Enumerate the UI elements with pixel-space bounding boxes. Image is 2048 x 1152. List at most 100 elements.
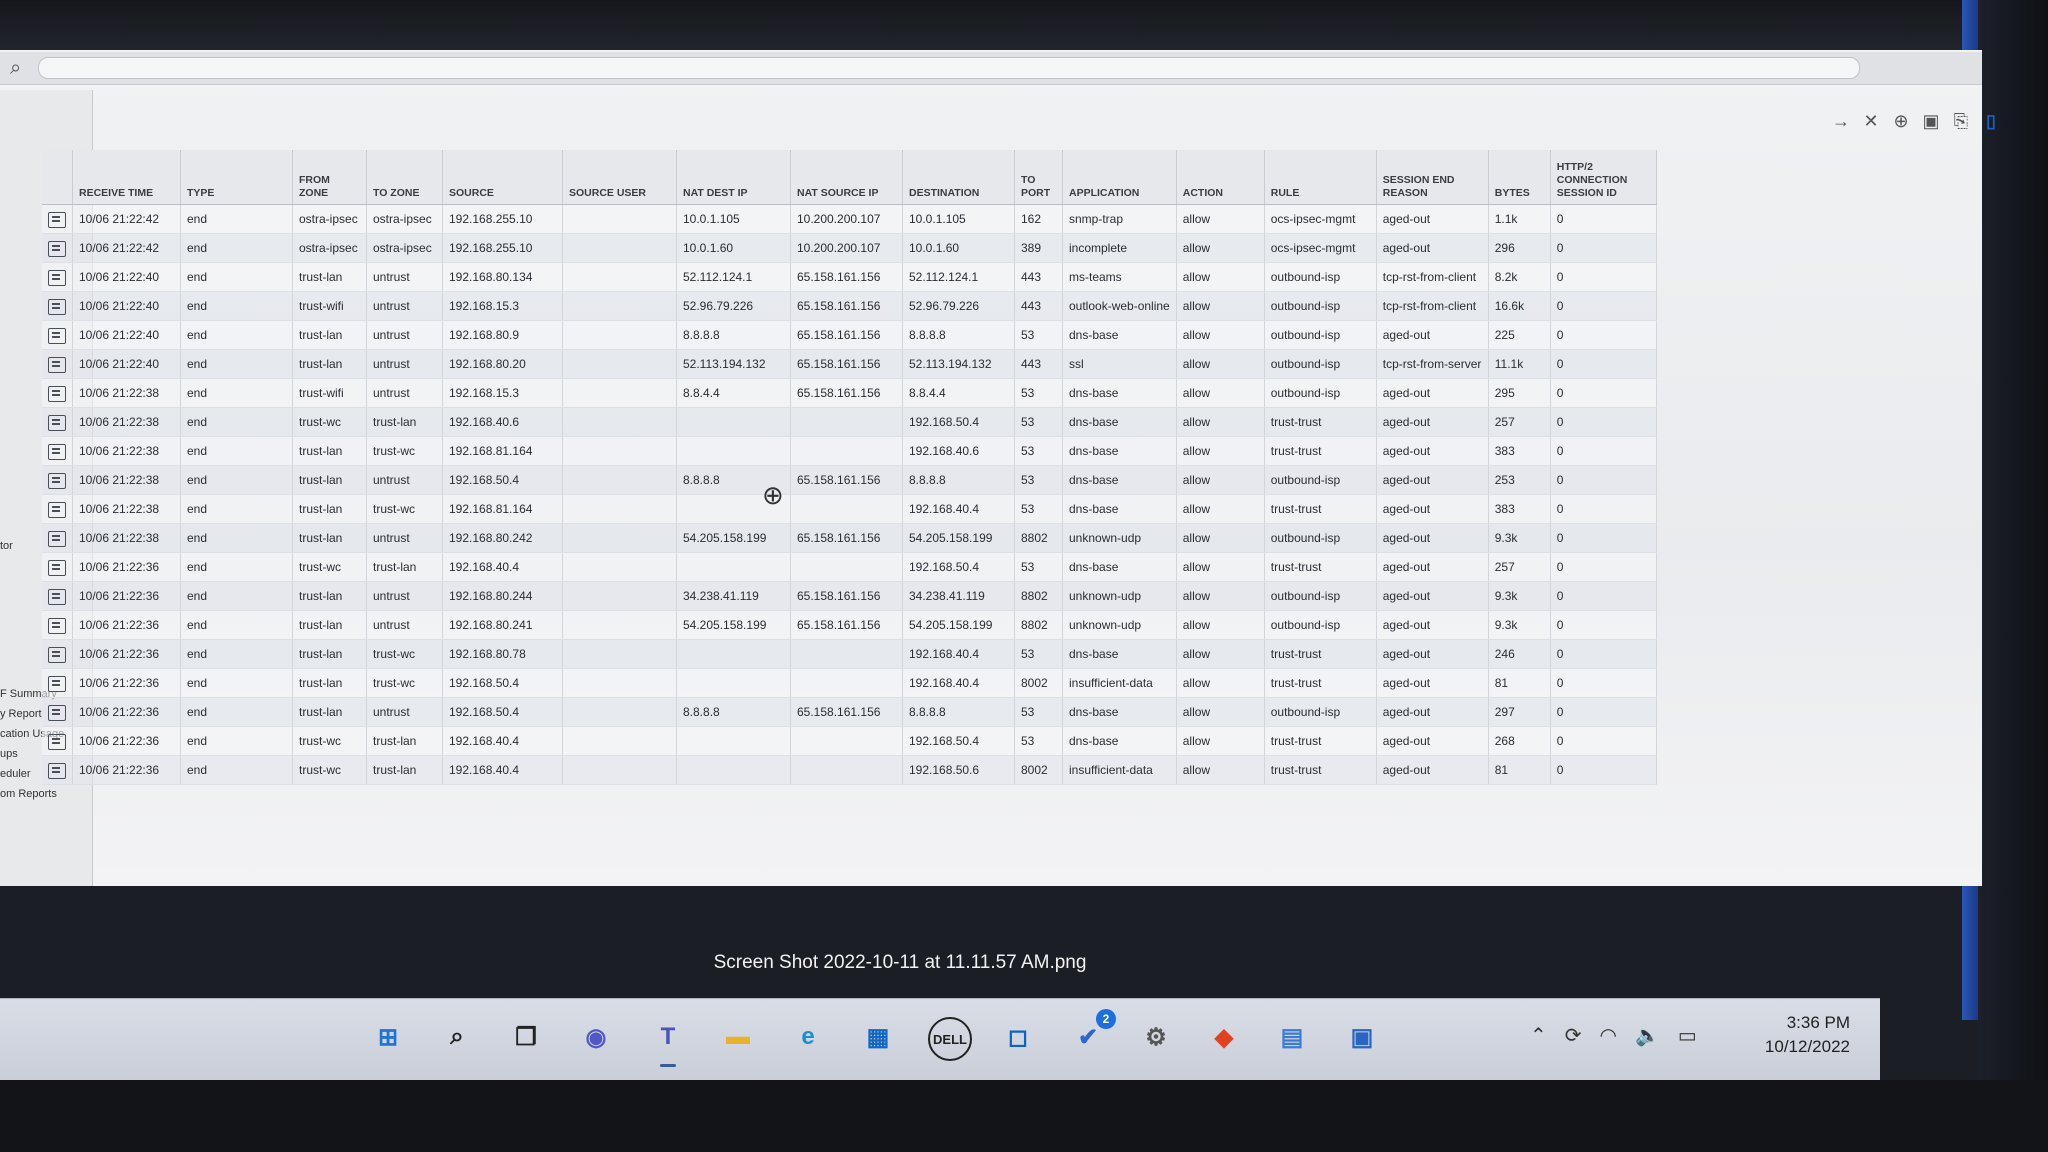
table-row[interactable]: 10/06 21:22:36 end trust-wc trust-lan 192.16…: [42, 552, 1657, 582]
sidebar-item[interactable]: om Reports: [0, 788, 90, 800]
pdf-icon[interactable]: ▯: [1980, 110, 2002, 132]
table-row[interactable]: 10/06 21:22:38 end trust-lan untrust 192.168…: [42, 465, 1657, 495]
column-header[interactable]: BYTES: [1488, 150, 1551, 205]
close-icon[interactable]: ✕: [1860, 110, 1882, 132]
table-row[interactable]: 10/06 21:22:36 end trust-lan trust-wc 192.16…: [42, 639, 1657, 669]
row-detail-cell[interactable]: [42, 291, 73, 321]
column-header[interactable]: TO ZONE: [366, 150, 443, 205]
column-header[interactable]: NAT SOURCE IP: [790, 150, 903, 205]
table-row[interactable]: 10/06 21:22:36 end trust-lan untrust 192.168…: [42, 581, 1657, 611]
table-row[interactable]: 10/06 21:22:42 end ostra-ipsec ostra-ipsec 1…: [42, 233, 1657, 263]
row-detail-cell[interactable]: [42, 581, 73, 611]
table-row[interactable]: 10/06 21:22:36 end trust-lan trust-wc 192.16…: [42, 668, 1657, 698]
table-row[interactable]: 10/06 21:22:40 end trust-lan untrust 192.168…: [42, 262, 1657, 292]
column-header[interactable]: DESTINATION: [902, 150, 1015, 205]
row-detail-cell[interactable]: [42, 697, 73, 727]
sync-icon[interactable]: ⟳: [1565, 1023, 1582, 1048]
column-header[interactable]: ACTION: [1176, 150, 1265, 205]
log-detail-icon[interactable]: [48, 298, 66, 315]
chevron-up-icon[interactable]: ⌃: [1530, 1023, 1547, 1048]
log-detail-icon[interactable]: [48, 501, 66, 518]
row-detail-cell[interactable]: [42, 204, 73, 234]
column-header[interactable]: RECEIVE TIME: [72, 150, 181, 205]
row-detail-cell[interactable]: [42, 755, 73, 785]
row-detail-cell[interactable]: [42, 407, 73, 437]
table-row[interactable]: 10/06 21:22:40 end trust-lan untrust 192.168…: [42, 349, 1657, 379]
log-detail-icon[interactable]: [48, 356, 66, 373]
volume-icon[interactable]: 🔈: [1635, 1023, 1660, 1048]
dell-icon[interactable]: DELL: [928, 1017, 972, 1061]
app-square-icon[interactable]: ◻: [998, 1017, 1038, 1057]
file-explorer-icon[interactable]: ▬: [718, 1017, 758, 1057]
log-detail-icon[interactable]: [48, 733, 66, 750]
table-row[interactable]: 10/06 21:22:36 end trust-lan untrust 192.168…: [42, 610, 1657, 640]
arrow-right-icon[interactable]: →: [1830, 110, 1852, 132]
battery-icon[interactable]: ▭: [1678, 1023, 1697, 1048]
log-detail-icon[interactable]: [48, 530, 66, 547]
store-icon[interactable]: ▦: [858, 1017, 898, 1057]
table-row[interactable]: 10/06 21:22:38 end trust-lan trust-wc 192.16…: [42, 494, 1657, 524]
table-row[interactable]: 10/06 21:22:38 end trust-wifi untrust 192.16…: [42, 378, 1657, 408]
log-detail-icon[interactable]: [48, 211, 66, 228]
log-detail-icon[interactable]: [48, 385, 66, 402]
table-row[interactable]: 10/06 21:22:42 end ostra-ipsec ostra-ipsec 1…: [42, 204, 1657, 234]
row-detail-cell[interactable]: [42, 233, 73, 263]
column-header[interactable]: RULE: [1264, 150, 1377, 205]
row-detail-cell[interactable]: [42, 668, 73, 698]
row-detail-cell[interactable]: [42, 610, 73, 640]
table-row[interactable]: 10/06 21:22:38 end trust-wc trust-lan 192.16…: [42, 407, 1657, 437]
column-header[interactable]: NAT DEST IP: [676, 150, 791, 205]
row-detail-cell[interactable]: [42, 349, 73, 379]
log-detail-icon[interactable]: [48, 588, 66, 605]
search-icon[interactable]: ⌕: [437, 1017, 477, 1057]
log-detail-icon[interactable]: [48, 646, 66, 663]
table-row[interactable]: 10/06 21:22:36 end trust-lan untrust 192.168…: [42, 697, 1657, 727]
column-header[interactable]: TO PORT: [1014, 150, 1063, 205]
row-detail-cell[interactable]: [42, 378, 73, 408]
log-detail-icon[interactable]: [48, 559, 66, 576]
teams-icon[interactable]: T: [648, 1017, 688, 1067]
remote-desktop-icon[interactable]: ▣: [1342, 1017, 1382, 1057]
todo-icon[interactable]: ✔ 2: [1068, 1009, 1116, 1057]
log-detail-icon[interactable]: [48, 443, 66, 460]
column-header[interactable]: SOURCE USER: [562, 150, 677, 205]
search-input[interactable]: [38, 57, 1860, 79]
task-view-icon[interactable]: ❐: [506, 1017, 546, 1057]
log-detail-icon[interactable]: [48, 762, 66, 779]
table-row[interactable]: 10/06 21:22:40 end trust-lan untrust 192.168…: [42, 320, 1657, 350]
log-detail-icon[interactable]: [48, 704, 66, 721]
add-icon[interactable]: ⊕: [1890, 110, 1912, 132]
column-header[interactable]: HTTP/2 CONNECTION SESSION ID: [1550, 150, 1657, 205]
brave-icon[interactable]: ◆: [1204, 1017, 1244, 1057]
table-row[interactable]: 10/06 21:22:38 end trust-lan untrust 192.168…: [42, 523, 1657, 553]
row-detail-cell[interactable]: [42, 320, 73, 350]
log-detail-icon[interactable]: [48, 675, 66, 692]
table-row[interactable]: 10/06 21:22:38 end trust-lan trust-wc 192.16…: [42, 436, 1657, 466]
table-row[interactable]: 10/06 21:22:36 end trust-wc trust-lan 192.16…: [42, 755, 1657, 785]
table-row[interactable]: 10/06 21:22:36 end trust-wc trust-lan 192.16…: [42, 726, 1657, 756]
edge-icon[interactable]: e: [788, 1017, 828, 1057]
column-header[interactable]: FROM ZONE: [292, 150, 367, 205]
row-detail-cell[interactable]: [42, 552, 73, 582]
log-detail-icon[interactable]: [48, 472, 66, 489]
row-detail-cell[interactable]: [42, 494, 73, 524]
log-detail-icon[interactable]: [48, 240, 66, 257]
wifi-icon[interactable]: ◠: [1600, 1023, 1617, 1048]
log-detail-icon[interactable]: [48, 617, 66, 634]
settings-icon[interactable]: ⚙: [1136, 1017, 1176, 1057]
log-detail-icon[interactable]: [48, 414, 66, 431]
start-icon[interactable]: ⊞: [368, 1017, 408, 1057]
log-detail-icon[interactable]: [48, 327, 66, 344]
row-detail-cell[interactable]: [42, 262, 73, 292]
row-detail-cell[interactable]: [42, 436, 73, 466]
row-detail-cell[interactable]: [42, 639, 73, 669]
export-icon[interactable]: ⎘: [1950, 110, 1972, 132]
log-detail-icon[interactable]: [48, 269, 66, 286]
notepad-icon[interactable]: ▤: [1272, 1017, 1312, 1057]
column-header[interactable]: SESSION END REASON: [1376, 150, 1489, 205]
column-header[interactable]: SOURCE: [442, 150, 563, 205]
clock[interactable]: 3:36 PM 10/12/2022: [1740, 1013, 1850, 1057]
search-icon[interactable]: ⌕: [10, 57, 32, 79]
column-header[interactable]: APPLICATION: [1062, 150, 1177, 205]
row-detail-cell[interactable]: [42, 726, 73, 756]
